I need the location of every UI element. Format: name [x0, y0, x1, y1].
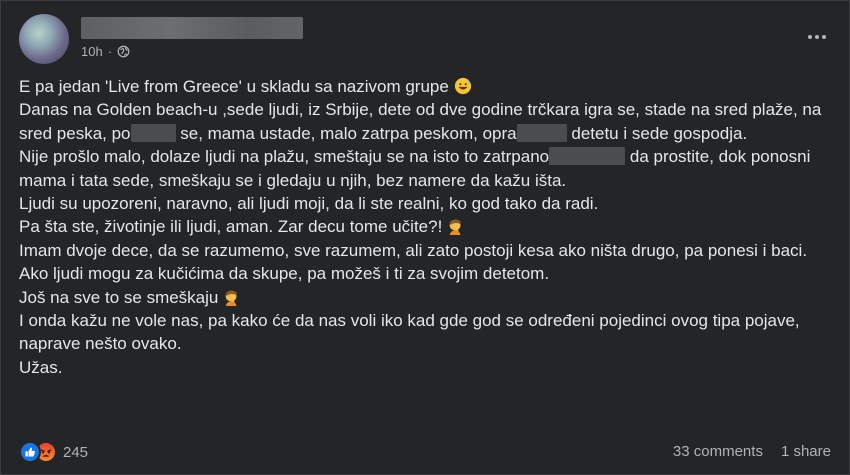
redacted-word — [549, 147, 626, 166]
post-line: Pa šta ste, životinje ili ljudi, aman. Z… — [19, 215, 835, 238]
reaction-count[interactable]: 245 — [63, 444, 88, 461]
post-line: Imam dvoje dece, da se razumemo, sve raz… — [19, 240, 808, 284]
post-text: Pa šta ste, životinje ili ljudi, aman. Z… — [19, 217, 443, 237]
more-options-button[interactable] — [803, 27, 831, 47]
shares-count-link[interactable]: 1 share — [781, 443, 831, 460]
post-timestamp[interactable]: 10h — [81, 44, 103, 59]
meta-separator: · — [107, 44, 113, 59]
like-reaction-icon — [19, 441, 41, 463]
more-dot — [822, 35, 826, 39]
post-header: 10h · — [19, 11, 831, 67]
post-line: Nije prošlo malo, dolaze ljudi na plažu,… — [19, 145, 835, 192]
post-line: Još na sve to se smeškaju — [19, 286, 835, 309]
facepalm-emoji-icon — [225, 290, 237, 306]
post-body: E pa jedan 'Live from Greece' u skladu s… — [19, 75, 835, 379]
post-text: Još na sve to se smeškaju — [19, 287, 219, 307]
globe-icon — [117, 45, 130, 58]
post-text: detetu i sede gospodja. — [571, 123, 748, 143]
post-footer: 245 33 comments 1 share — [19, 439, 831, 467]
redacted-word — [130, 123, 176, 142]
post-line: Užas. — [19, 357, 63, 377]
post-text: Nije prošlo malo, dolaze ljudi na plažu,… — [19, 147, 550, 167]
facepalm-emoji-icon — [449, 219, 461, 236]
comments-count-link[interactable]: 33 comments — [673, 443, 763, 460]
more-horizontal-icon — [808, 35, 812, 39]
post-line: Danas na Golden beach-u ,sede ljudi, iz … — [19, 98, 835, 145]
redacted-word — [516, 123, 567, 142]
post-card: 10h · E pa jedan 'Live from Greece' u sk… — [0, 0, 850, 475]
post-text: E pa jedan 'Live from Greece' u skladu s… — [19, 77, 449, 96]
post-line: I onda kažu ne vole nas, pa kako će da n… — [19, 311, 800, 354]
engagement-stats: 33 comments 1 share — [673, 443, 831, 460]
reactions-summary[interactable]: 245 — [19, 441, 88, 463]
post-meta: 10h · — [81, 44, 130, 59]
grinning-sweat-emoji-icon — [454, 77, 471, 95]
author-name-redacted[interactable] — [81, 17, 303, 39]
post-line: E pa jedan 'Live from Greece' u skladu s… — [19, 75, 835, 98]
post-text: se, mama ustade, malo zatrpa peskom, opr… — [180, 123, 517, 143]
post-line: Ljudi su upozoreni, naravno, ali ljudi m… — [19, 194, 599, 214]
more-dot — [815, 35, 819, 39]
thumbs-up-icon — [25, 447, 35, 457]
avatar[interactable] — [19, 14, 69, 64]
